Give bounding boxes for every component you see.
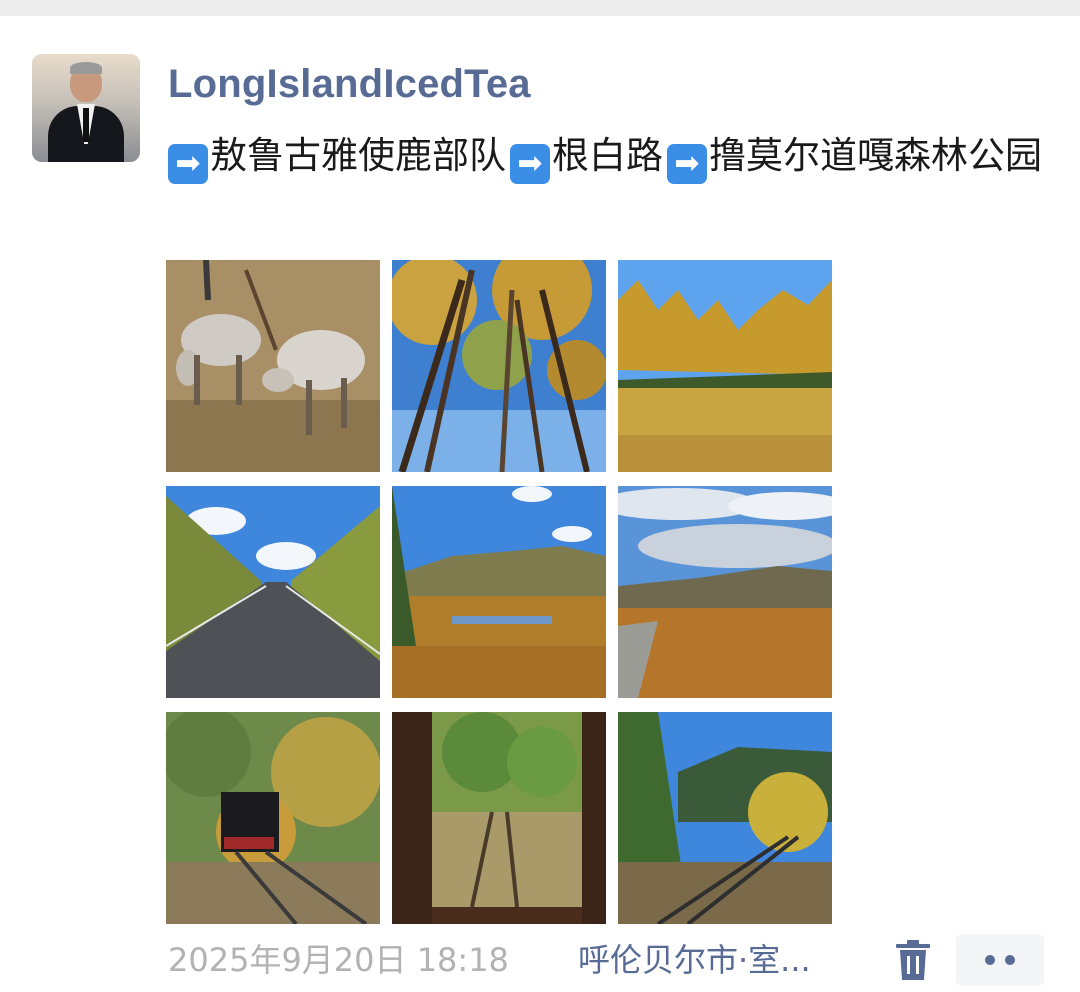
photo-railway-window[interactable]: [392, 712, 606, 924]
route-stop: 撸莫尔道嘎森林公园: [709, 134, 1042, 177]
photo-tall-trees[interactable]: [392, 260, 606, 472]
post-location[interactable]: 呼伦贝尔市·室...: [578, 938, 811, 982]
route-stop: 根白路: [552, 134, 663, 177]
arrow-right-icon: ➡: [667, 144, 707, 184]
photo-forest-road[interactable]: [166, 486, 380, 698]
avatar[interactable]: [32, 54, 140, 162]
photo-grid: [166, 260, 832, 926]
photo-railway-forest[interactable]: [618, 712, 832, 924]
arrow-right-icon: ➡: [510, 144, 550, 184]
top-strip: [0, 0, 1080, 16]
photo-steam-train[interactable]: [166, 712, 380, 924]
arrow-right-icon: ➡: [168, 144, 208, 184]
username[interactable]: LongIslandIcedTea: [168, 58, 531, 110]
photo-autumn-valley[interactable]: [392, 486, 606, 698]
photo-golden-meadow[interactable]: [618, 260, 832, 472]
photo-reindeer[interactable]: [166, 260, 380, 472]
more-dots-icon: [985, 955, 995, 965]
trash-icon[interactable]: [896, 940, 930, 980]
photo-cloudy-field[interactable]: [618, 486, 832, 698]
more-button[interactable]: [956, 934, 1044, 986]
post-text: ➡ 敖鲁古雅使鹿部队 ➡ 根白路 ➡ 撸莫尔道嘎森林公园: [168, 127, 1048, 185]
route-stop: 敖鲁古雅使鹿部队: [210, 134, 506, 177]
post-timestamp: 2025年9月20日 18:18: [168, 941, 509, 979]
